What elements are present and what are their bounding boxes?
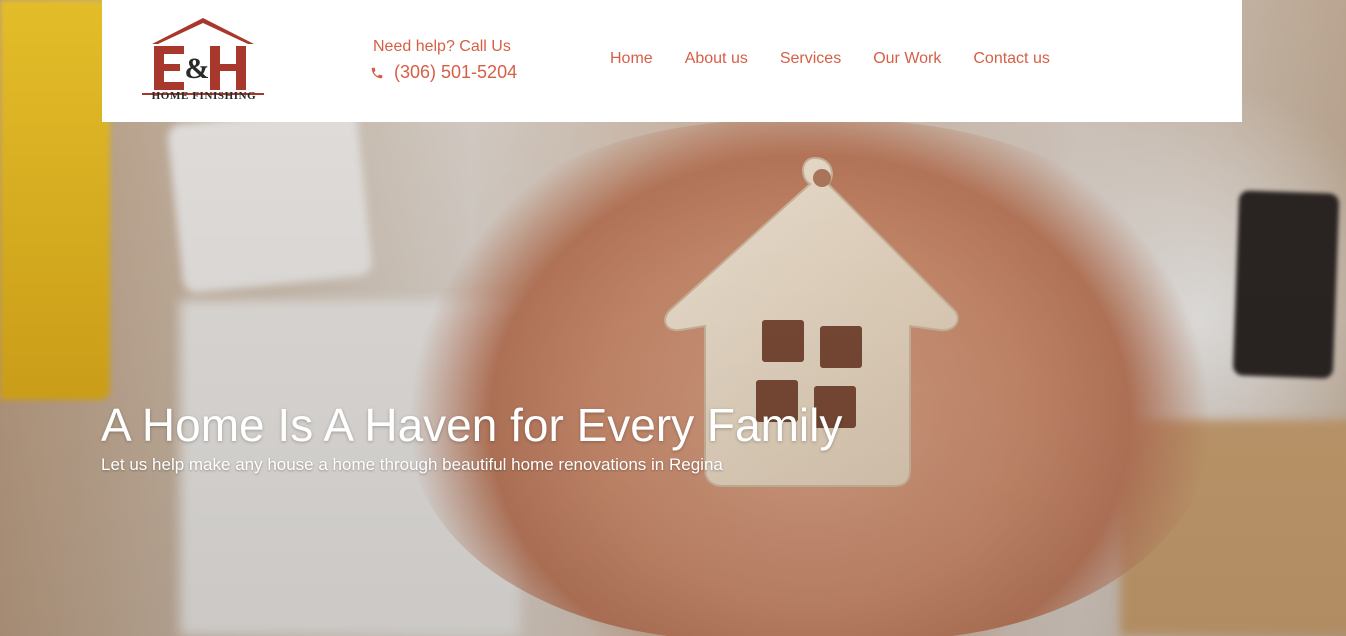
site-header: & HOME FINISHING Need help? Call Us (306… [102,0,1242,122]
logo-text: HOME FINISHING [151,90,257,102]
nav-item-contact-us[interactable]: Contact us [973,50,1049,68]
phone-link[interactable]: (306) 501-5204 [370,62,530,83]
phone-icon [371,67,383,78]
phone-number: (306) 501-5204 [394,62,518,82]
hero-subtitle: Let us help make any house a home throug… [101,455,723,474]
hero-title: A Home Is A Haven for Every Family [101,399,843,451]
contact-block: Need help? Call Us (306) 501-5204 [370,38,530,83]
svg-text:&: & [185,52,210,85]
main-nav: Home About us Services Our Work Contact … [610,50,1082,68]
nav-item-about-us[interactable]: About us [685,50,748,68]
help-text: Need help? Call Us [373,38,511,55]
nav-item-home[interactable]: Home [610,50,653,68]
nav-item-our-work[interactable]: Our Work [873,50,941,68]
nav-item-services[interactable]: Services [780,50,841,68]
